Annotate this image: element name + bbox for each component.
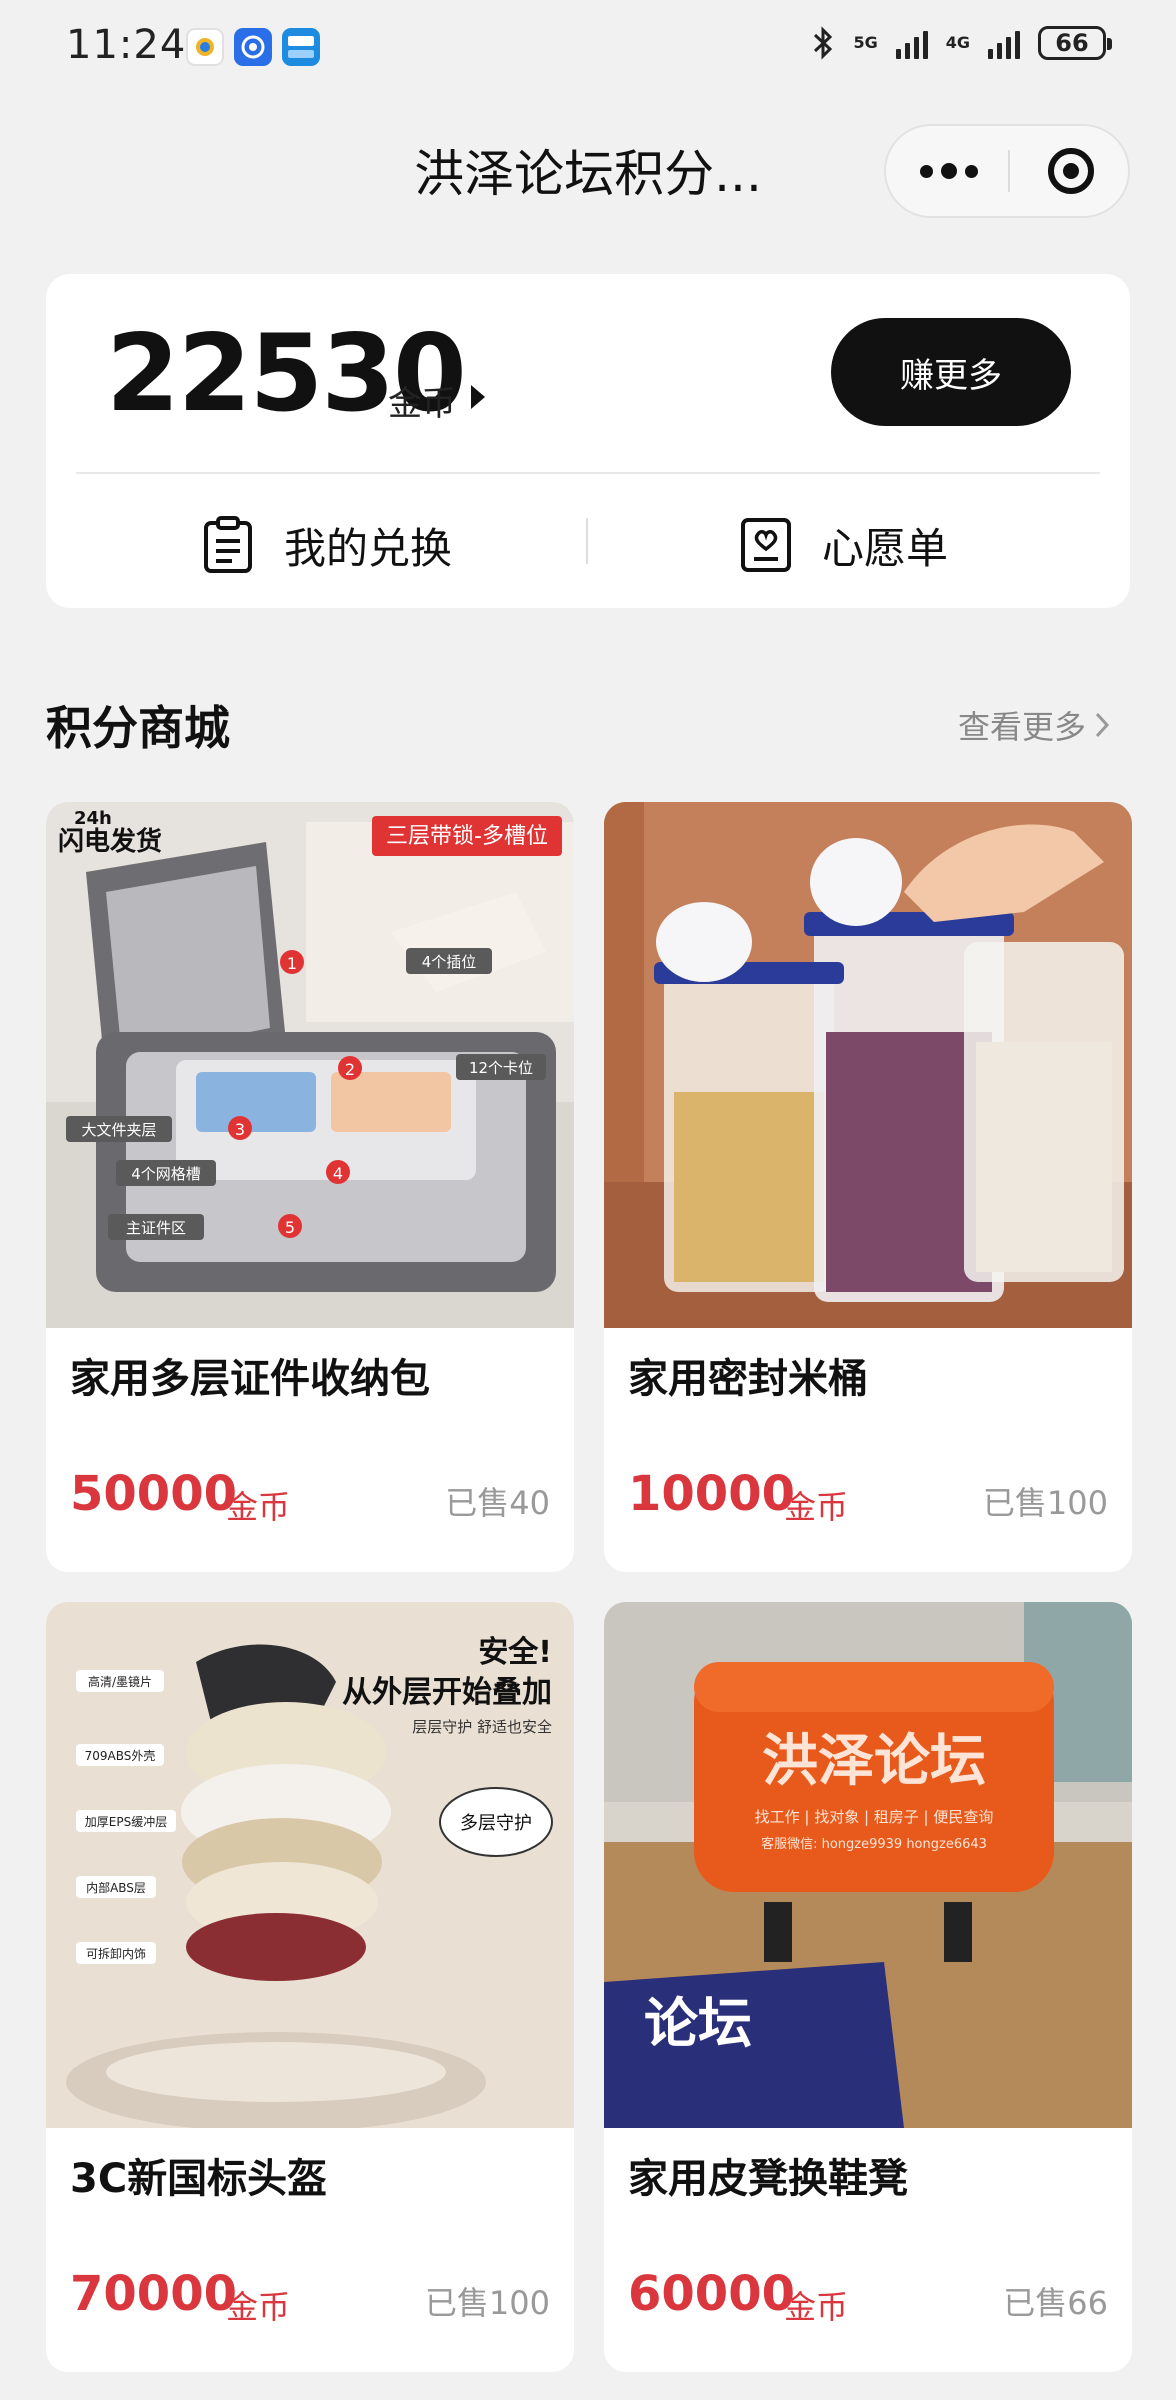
product-card[interactable]: 三层带锁-多槽位 24h 闪电发货 1 2 3 4 5 4个插位 12个卡位 大… [46,802,574,1572]
product-price-unit: 金币 [226,1488,291,1526]
product-price: 70000 [70,2266,237,2322]
status-time: 11:24 [66,22,187,68]
stool-subtitle-text: 找工作 | 找对象 | 租房子 | 便民查询 [755,1808,994,1826]
headline-text: 从外层开始叠加 [342,1675,552,1710]
product-image[interactable]: 论坛 洪泽论坛 找工作 | 找对象 | 租房子 | 便民查询 客服微信: hon… [604,1602,1132,2128]
banner-text: 三层带锁-多槽位 [386,824,548,849]
network-label: 5G [853,33,878,52]
wishlist-link[interactable]: 心愿单 [740,510,948,580]
badge-main-text: 闪电发货 [58,826,162,857]
battery-icon: 66 [1038,26,1112,60]
capsule-divider [1008,150,1010,192]
target-close-icon[interactable] [1048,148,1094,194]
divider [586,518,588,564]
product-sold-count: 已售40 [445,1484,550,1522]
layer-label: 加厚EPS缓冲层 [85,1814,167,1829]
bubble-text: 多层守护 [460,1813,532,1834]
product-price: 50000 [70,1466,237,1522]
see-more-link[interactable]: 查看更多 [958,702,1110,748]
product-sold-count: 已售100 [424,2284,550,2322]
callout-label: 4个插位 [422,953,477,971]
my-exchange-label: 我的兑换 [284,523,453,573]
signal-icon [895,27,928,59]
callout-number: 1 [287,954,297,973]
layer-label: 709ABS外壳 [85,1749,156,1763]
section-title: 积分商城 [46,701,230,755]
product-sold-count: 已售100 [982,1484,1108,1522]
product-name: 家用皮凳换鞋凳 [628,2156,908,2202]
wishlist-label: 心愿单 [822,523,949,573]
callout-label: 主证件区 [126,1219,186,1237]
badge-top-text: 24h [74,808,112,829]
callout-number: 3 [235,1120,245,1139]
stool-title-text: 洪泽论坛 [762,1729,986,1794]
product-card[interactable]: 家用密封米桶 10000 金币 已售100 [604,802,1132,1572]
layer-label: 高清/墨镜片 [88,1674,152,1689]
bluetooth-icon [814,26,833,60]
product-price-unit: 金币 [784,2288,849,2326]
callout-number: 2 [345,1060,355,1079]
signal-icon [988,27,1020,59]
status-bar: 11:24 5G 4G 66 [0,0,1176,100]
poster-text: 论坛 [644,1992,752,2055]
product-name: 家用多层证件收纳包 [70,1356,430,1402]
notification-app-icon [186,28,224,66]
product-price-unit: 金币 [784,1488,849,1526]
callout-label: 12个卡位 [469,1059,533,1077]
my-exchange-link[interactable]: 我的兑换 [202,510,452,580]
layer-label: 可拆卸内饰 [86,1946,146,1961]
product-image[interactable] [604,802,1132,1328]
product-price: 10000 [628,1466,795,1522]
points-unit[interactable]: 金币 [388,376,456,425]
product-image[interactable]: 安全! 从外层开始叠加 层层守护 舒适也安全 多层守护 高清/墨镜片 709AB… [46,1602,574,2128]
status-indicators: 5G 4G 66 [811,26,1112,60]
subheadline-text: 层层守护 舒适也安全 [412,1718,552,1736]
divider [76,472,1100,474]
product-price: 60000 [628,2266,795,2322]
clipboard-icon [204,516,252,573]
product-image[interactable]: 三层带锁-多槽位 24h 闪电发货 1 2 3 4 5 4个插位 12个卡位 大… [46,802,574,1328]
chevron-right-icon[interactable] [471,385,485,409]
network-label-2: 4G [945,33,970,52]
callout-label: 大文件夹层 [81,1121,156,1139]
chevron-right-icon [1095,712,1110,738]
headline-text: 安全! [478,1635,552,1670]
callout-number: 5 [285,1218,295,1237]
product-name: 3C新国标头盔 [70,2156,328,2202]
product-card[interactable]: 论坛 洪泽论坛 找工作 | 找对象 | 租房子 | 便民查询 客服微信: hon… [604,1602,1132,2372]
see-more-label: 查看更多 [957,708,1086,746]
miniprogram-capsule [884,124,1130,218]
product-sold-count: 已售66 [1003,2284,1108,2322]
callout-number: 4 [333,1164,343,1183]
callout-label: 4个网格槽 [131,1165,201,1183]
layer-label: 内部ABS层 [86,1880,146,1895]
notification-app-icon [282,28,320,66]
product-name: 家用密封米桶 [628,1356,868,1402]
earn-more-button[interactable]: 赚更多 [831,318,1071,426]
notification-app-icon [234,28,272,66]
product-card[interactable]: 安全! 从外层开始叠加 层层守护 舒适也安全 多层守护 高清/墨镜片 709AB… [46,1602,574,2372]
product-price-unit: 金币 [226,2288,291,2326]
points-card: 22530 金币 赚更多 我的兑换 心愿单 [46,274,1130,608]
more-dots-icon[interactable] [916,126,982,216]
stool-contact-text: 客服微信: hongze9939 hongze6643 [761,1836,987,1852]
heart-box-icon [741,518,791,572]
